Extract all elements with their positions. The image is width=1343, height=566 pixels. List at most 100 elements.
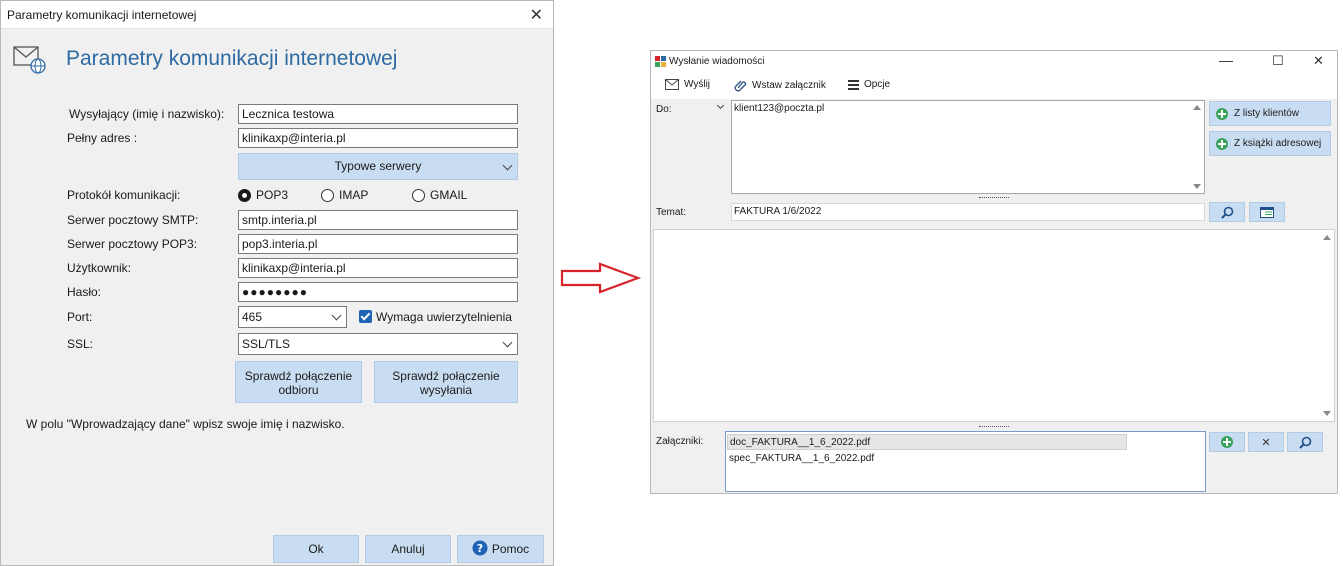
search-icon <box>1298 436 1311 449</box>
password-input[interactable]: ●●●●●●●● <box>238 282 518 302</box>
address-label: Pełny adres : <box>67 131 138 145</box>
pop3-input[interactable]: pop3.interia.pl <box>238 234 518 254</box>
list-icon <box>848 80 859 90</box>
radio-gmail-label: GMAIL <box>430 188 468 202</box>
smtp-label: Serwer pocztowy SMTP: <box>67 213 199 227</box>
cancel-label: Anuluj <box>391 542 425 556</box>
info-text: W polu "Wprowadzający dane" wpisz swoje … <box>26 417 345 431</box>
ssl-select[interactable]: SSL/TLS <box>238 333 518 355</box>
ssl-value: SSL/TLS <box>242 337 291 351</box>
check-send-line2: wysyłania <box>419 383 473 397</box>
options-label: Opcje <box>864 79 891 90</box>
send-icon <box>665 79 679 90</box>
ok-label: Ok <box>308 542 324 556</box>
attach-button[interactable]: Wstaw załącznik <box>734 79 826 92</box>
plus-icon <box>1216 137 1228 150</box>
chevron-down-icon <box>502 160 513 171</box>
check-receive-button[interactable]: Sprawdź połączenie odbioru <box>235 361 362 403</box>
template-button[interactable] <box>1249 202 1285 222</box>
window-title: Parametry komunikacji internetowej <box>7 8 197 22</box>
options-button[interactable]: Opcje <box>848 79 890 90</box>
attachment-item[interactable]: spec_FAKTURA__1_6_2022.pdf <box>729 453 874 464</box>
title-bar: Parametry komunikacji internetowej ✕ <box>1 1 553 29</box>
from-clients-label: Z listy klientów <box>1234 108 1300 119</box>
plus-icon <box>1216 107 1228 120</box>
page-title: Parametry komunikacji internetowej <box>66 47 398 70</box>
help-button[interactable]: ? Pomoc <box>457 535 544 563</box>
close-icon[interactable]: ✕ <box>1313 53 1324 69</box>
add-attachment-button[interactable] <box>1209 432 1245 452</box>
check-send-line1: Sprawdź połączenie <box>392 369 500 383</box>
to-value: klient123@poczta.pl <box>734 103 825 114</box>
title-bar: Wysłanie wiadomości — ☐ ✕ <box>651 51 1337 73</box>
close-icon[interactable]: ✕ <box>530 5 543 25</box>
port-select[interactable]: 465 <box>238 306 347 328</box>
splitter-handle[interactable] <box>979 197 1009 199</box>
chevron-down-icon[interactable] <box>716 101 725 110</box>
user-input[interactable]: klinikaxp@interia.pl <box>238 258 518 278</box>
ok-button[interactable]: Ok <box>273 535 359 563</box>
attachments-label: Załączniki: <box>656 436 704 447</box>
arrow-right-icon <box>560 262 642 294</box>
to-label: Do: <box>656 104 672 115</box>
attach-label: Wstaw załącznik <box>752 80 826 91</box>
send-button[interactable]: Wyślij <box>665 79 710 90</box>
sender-label: Wysyłający (imię i nazwisko): <box>69 107 225 121</box>
scroll-up-icon[interactable] <box>1323 235 1331 240</box>
from-addressbook-label: Z książki adresowej <box>1234 138 1322 149</box>
radio-gmail[interactable] <box>412 189 425 202</box>
window-title: Wysłanie wiadomości <box>669 56 765 67</box>
sender-input[interactable]: Lecznica testowa <box>238 104 518 124</box>
scroll-up-icon[interactable] <box>1193 105 1201 110</box>
splitter-handle[interactable] <box>979 426 1009 428</box>
subject-input[interactable]: FAKTURA 1/6/2022 <box>731 203 1205 221</box>
remove-attachment-button[interactable]: ✕ <box>1248 432 1284 452</box>
radio-imap-label: IMAP <box>339 188 369 202</box>
auth-checkbox[interactable] <box>359 310 372 323</box>
scroll-down-icon[interactable] <box>1193 184 1201 189</box>
app-icon <box>655 56 666 67</box>
check-send-button[interactable]: Sprawdź połączenie wysyłania <box>374 361 518 403</box>
attachments-list[interactable]: doc_FAKTURA__1_6_2022.pdf spec_FAKTURA__… <box>725 431 1206 492</box>
address-input[interactable]: klinikaxp@interia.pl <box>238 128 518 148</box>
plus-icon <box>1221 436 1233 448</box>
settings-window: Parametry komunikacji internetowej ✕ Par… <box>0 0 554 566</box>
user-label: Użytkownik: <box>67 261 132 275</box>
protocol-label: Protokół komunikacji: <box>67 188 181 202</box>
radio-pop3[interactable] <box>238 189 251 202</box>
radio-pop3-label: POP3 <box>256 188 289 202</box>
port-label: Port: <box>67 310 93 324</box>
check-receive-line1: Sprawdź połączenie <box>244 369 353 383</box>
from-addressbook-button[interactable]: Z książki adresowej <box>1209 131 1331 156</box>
mail-globe-icon <box>13 46 46 74</box>
message-body-textarea[interactable] <box>653 229 1335 422</box>
minimize-icon[interactable]: — <box>1219 52 1233 68</box>
pop3-label: Serwer pocztowy POP3: <box>67 237 198 251</box>
search-icon <box>1220 206 1233 219</box>
port-value: 465 <box>242 310 263 324</box>
to-input[interactable]: klient123@poczta.pl <box>731 100 1205 194</box>
close-icon: ✕ <box>1261 436 1271 449</box>
typical-servers-dropdown[interactable]: Typowe serwery <box>238 153 518 180</box>
paperclip-icon <box>734 80 747 92</box>
smtp-input[interactable]: smtp.interia.pl <box>238 210 518 230</box>
subject-search-button[interactable] <box>1209 202 1245 222</box>
help-icon: ? <box>472 540 488 556</box>
chevron-down-icon <box>331 310 342 321</box>
check-receive-line2: odbioru <box>278 383 319 397</box>
scroll-down-icon[interactable] <box>1323 411 1331 416</box>
auth-label: Wymaga uwierzytelnienia <box>376 310 512 324</box>
send-message-window: Wysłanie wiadomości — ☐ ✕ Wyślij Wstaw z… <box>650 50 1338 494</box>
subject-label: Temat: <box>656 207 687 218</box>
cancel-button[interactable]: Anuluj <box>365 535 451 563</box>
typical-servers-label: Typowe serwery <box>334 159 422 173</box>
from-clients-button[interactable]: Z listy klientów <box>1209 101 1331 126</box>
radio-imap[interactable] <box>321 189 334 202</box>
template-icon <box>1260 206 1274 218</box>
attachment-item[interactable]: doc_FAKTURA__1_6_2022.pdf <box>727 434 1127 450</box>
preview-attachment-button[interactable] <box>1287 432 1323 452</box>
help-label: Pomoc <box>491 542 530 556</box>
svg-text:?: ? <box>477 542 483 555</box>
ssl-label: SSL: <box>67 337 94 351</box>
maximize-icon[interactable]: ☐ <box>1272 53 1284 69</box>
